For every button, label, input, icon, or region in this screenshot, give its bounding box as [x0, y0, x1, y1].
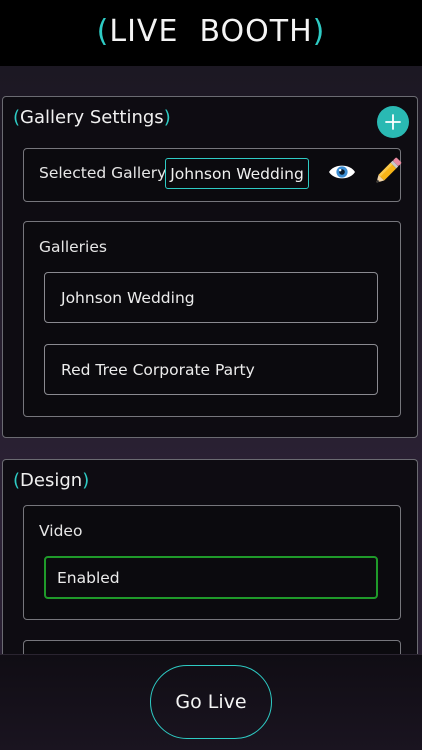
selected-gallery-value[interactable]: Johnson Wedding — [165, 158, 309, 189]
section-paren-open: ( — [13, 470, 21, 491]
section-title-text: Gallery Settings — [20, 107, 164, 128]
eye-icon — [329, 165, 355, 179]
galleries-label: Galleries — [39, 238, 107, 256]
section-title-design: (Design) — [13, 470, 89, 491]
gallery-item-red-tree-corporate-party[interactable]: Red Tree Corporate Party — [44, 344, 378, 395]
gallery-settings-section: (Gallery Settings) Selected Gallery John… — [2, 96, 418, 438]
app-title: (LIVE BOOTH) — [97, 14, 326, 49]
app-header: (LIVE BOOTH) — [0, 0, 422, 66]
go-live-button[interactable]: Go Live — [150, 665, 272, 739]
section-paren-close: ) — [82, 470, 90, 491]
section-title-text: Design — [20, 470, 83, 491]
galleries-panel: Galleries Johnson Wedding Red Tree Corpo… — [23, 221, 401, 417]
gallery-item-johnson-wedding[interactable]: Johnson Wedding — [44, 272, 378, 323]
section-paren-close: ) — [163, 107, 171, 128]
footer-bar: Go Live — [0, 654, 422, 750]
section-title-gallery-settings: (Gallery Settings) — [13, 107, 171, 128]
title-paren-open: ( — [96, 13, 110, 49]
add-gallery-button[interactable] — [377, 106, 409, 138]
pencil-icon — [376, 157, 402, 183]
edit-gallery-button[interactable] — [372, 156, 402, 192]
design-section: (Design) Video Enabled — [2, 459, 418, 680]
section-paren-open: ( — [13, 107, 21, 128]
video-panel: Video Enabled — [23, 505, 401, 620]
video-label: Video — [39, 522, 83, 540]
plus-icon — [385, 114, 401, 130]
selected-gallery-panel: Selected Gallery Johnson Wedding — [23, 148, 402, 202]
title-paren-close: ) — [312, 13, 326, 49]
view-gallery-button[interactable] — [327, 160, 357, 188]
title-text: LIVE BOOTH — [109, 13, 313, 49]
selected-gallery-label: Selected Gallery — [39, 164, 167, 182]
video-enabled-toggle[interactable]: Enabled — [44, 556, 378, 599]
